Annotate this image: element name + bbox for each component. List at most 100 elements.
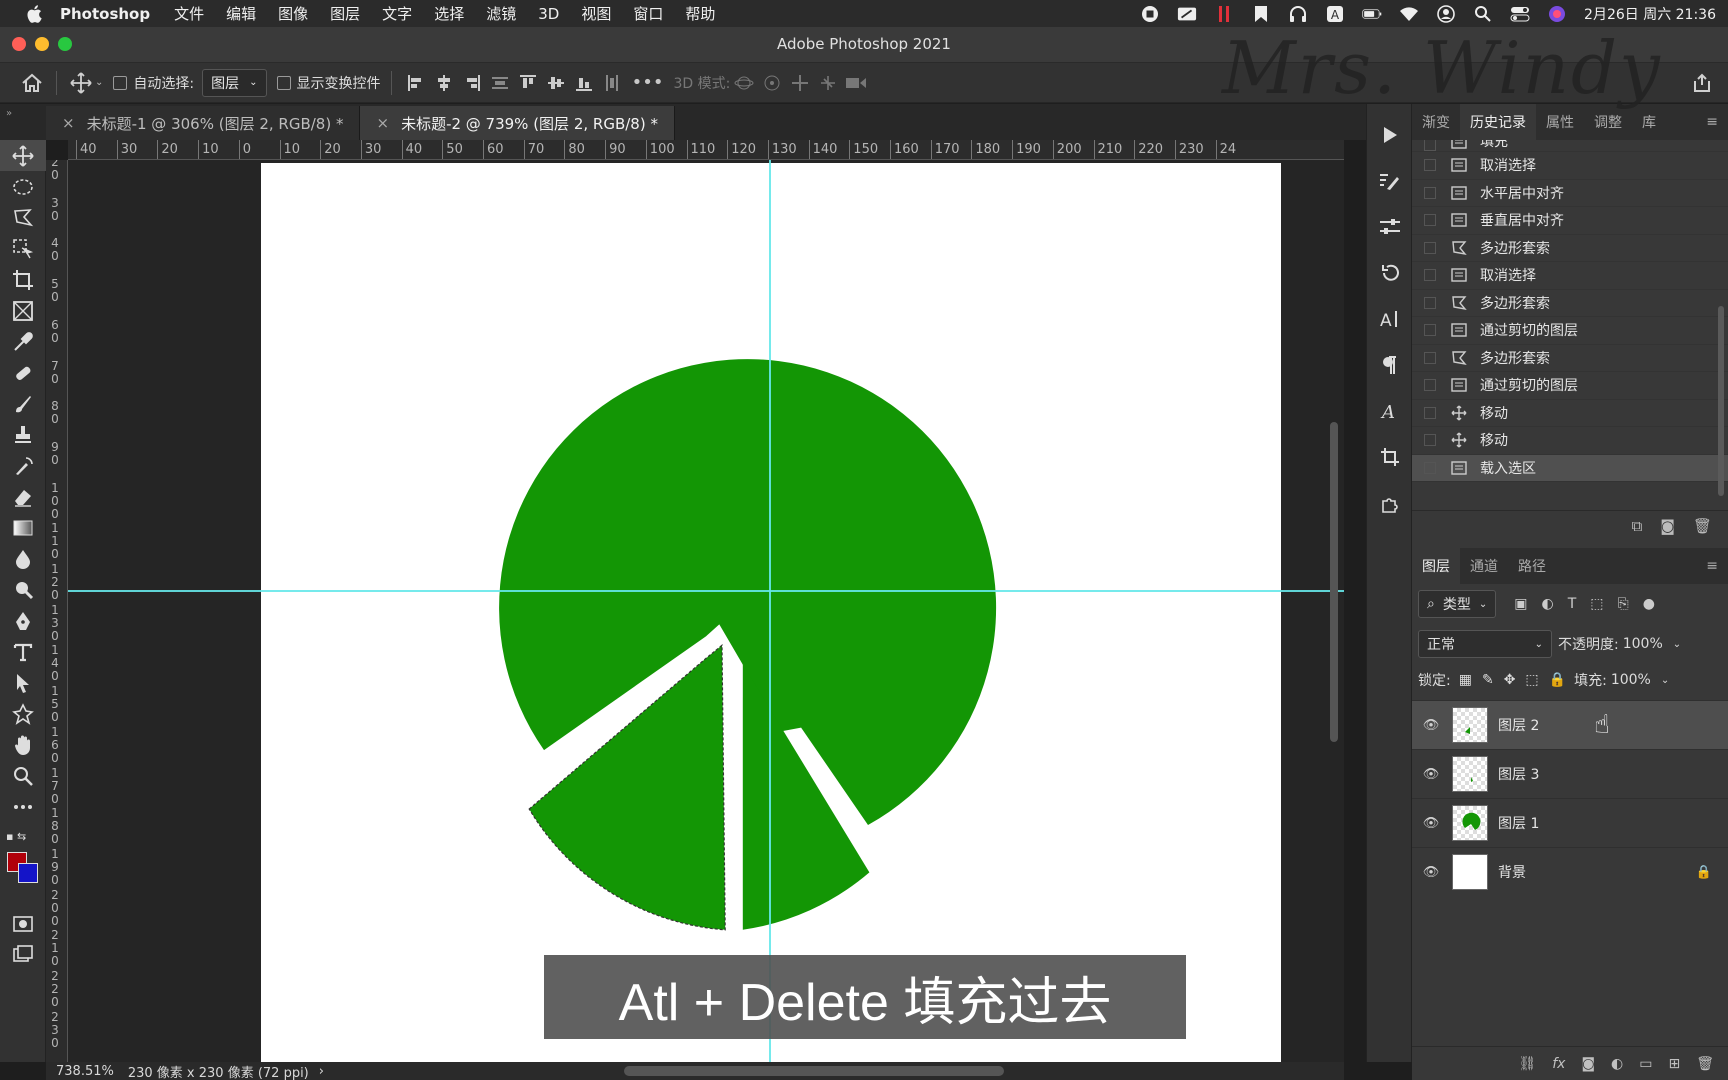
history-item[interactable]: 垂直居中对齐 [1412,207,1728,235]
auto-select-checkbox[interactable] [113,75,128,90]
close-tab-icon[interactable]: × [376,114,389,132]
align-left-icon[interactable] [402,69,430,97]
menu-window[interactable]: 窗口 [633,3,663,24]
menu-help[interactable]: 帮助 [685,3,715,24]
close-tab-icon[interactable]: × [62,114,75,132]
layer-row[interactable]: 👁 图层 3 [1412,749,1728,798]
glyphs-panel-button[interactable]: A [1367,388,1413,434]
chevron-down-icon[interactable]: ⌄ [1673,639,1681,650]
tab-document-2[interactable]: × 未标题-2 @ 739% (图层 2, RGB/8) * [360,106,675,140]
auto-select-target-dropdown[interactable]: 图层 ⌄ [202,68,267,97]
document-canvas[interactable] [261,163,1281,1062]
paragraph-panel-button[interactable] [1367,342,1413,388]
tab-gradients[interactable]: 渐变 [1412,104,1460,140]
layer-style-icon[interactable]: fx [1552,1056,1565,1072]
eraser-tool[interactable] [0,481,46,512]
history-snapshot-checkbox[interactable] [1424,214,1436,227]
clock[interactable]: 2月26日 周六 21:36 [1584,4,1716,24]
history-item[interactable]: 通过剪切的图层 [1412,372,1728,400]
add-mask-icon[interactable]: ◙ [1581,1056,1595,1072]
history-item[interactable]: 移动 [1412,427,1728,455]
new-adjustment-layer-icon[interactable]: ◐ [1611,1056,1623,1072]
panel-menu-icon[interactable]: ≡ [1706,114,1718,130]
layer-row[interactable]: 👁 图层 1 [1412,798,1728,847]
hand-tool[interactable] [0,729,46,760]
tab-paths[interactable]: 路径 [1508,548,1556,584]
align-right-icon[interactable] [458,69,486,97]
align-vertical-center-icon[interactable] [542,69,570,97]
tab-adjustments[interactable]: 调整 [1584,104,1632,140]
history-item[interactable]: 通过剪切的图层 [1412,317,1728,345]
adjustments-panel-button[interactable] [1367,204,1413,250]
history-snapshot-checkbox[interactable] [1424,324,1436,337]
zoom-tool[interactable] [0,760,46,791]
filter-type-icon[interactable]: T [1568,596,1577,612]
record-icon[interactable] [1140,5,1160,22]
align-top-icon[interactable] [514,69,542,97]
type-tool[interactable] [0,636,46,667]
layer-name[interactable]: 图层 1 [1498,813,1539,833]
history-item[interactable]: 取消选择 [1412,262,1728,290]
new-layer-icon[interactable]: ⊞ [1668,1056,1680,1072]
path-selection-tool[interactable] [0,667,46,698]
background-color-swatch[interactable] [18,863,38,883]
siri-icon[interactable] [1547,5,1567,22]
history-snapshot-checkbox[interactable] [1424,434,1436,447]
history-snapshot-checkbox[interactable] [1424,140,1436,151]
filter-pixel-icon[interactable]: ▣ [1514,596,1527,612]
menu-3d[interactable]: 3D [538,5,559,23]
trash-icon[interactable]: 🗑 [1693,517,1712,535]
tab-properties[interactable]: 属性 [1536,104,1584,140]
blur-tool[interactable] [0,543,46,574]
lasso-tool[interactable] [0,202,46,233]
history-item-selected[interactable]: 载入选区 [1412,454,1728,482]
bookmark-icon[interactable] [1251,5,1271,22]
history-scrollbar[interactable] [1718,306,1724,496]
horizontal-guide[interactable] [68,590,1344,592]
menu-filter[interactable]: 滤镜 [486,3,516,24]
panel-menu-icon[interactable]: ≡ [1706,558,1718,574]
canvas-horizontal-scrollbar[interactable] [624,1066,1004,1076]
more-options-icon[interactable]: ••• [632,69,664,97]
gradient-tool[interactable] [0,512,46,543]
eye-icon[interactable]: 👁 [1416,865,1446,880]
history-item[interactable]: 填充 [1412,140,1728,152]
delete-layer-icon[interactable]: 🗑 [1696,1056,1714,1072]
filter-shape-icon[interactable]: ⬚ [1590,596,1603,612]
layer-row[interactable]: 👁 背景 🔒 [1412,847,1728,896]
vertical-guide[interactable] [769,160,771,1062]
crop-panel-button[interactable] [1367,434,1413,480]
layer-filter-dropdown[interactable]: ⌕ 类型 ⌄ [1418,590,1497,618]
new-group-icon[interactable]: ▭ [1639,1056,1652,1072]
tab-channels[interactable]: 通道 [1460,548,1508,584]
history-item[interactable]: 移动 [1412,400,1728,427]
history-item[interactable]: 取消选择 [1412,152,1728,180]
menu-file[interactable]: 文件 [174,3,204,24]
menu-select[interactable]: 选择 [434,3,464,24]
history-snapshot-checkbox[interactable] [1424,159,1436,172]
history-snapshot-checkbox[interactable] [1424,461,1436,474]
dodge-tool[interactable] [0,574,46,605]
show-transform-checkbox[interactable] [276,75,291,90]
filter-smart-object-icon[interactable]: ⎘ [1617,596,1628,612]
actions-panel-button[interactable] [1367,112,1413,158]
chevron-down-icon[interactable]: ⌄ [1661,675,1669,686]
object-select-tool[interactable] [0,233,46,264]
eye-icon[interactable]: 👁 [1416,767,1446,782]
frame-tool[interactable] [0,295,46,326]
history-item[interactable]: 水平居中对齐 [1412,180,1728,207]
distribute-horizontal-icon[interactable] [598,69,626,97]
pen-app-icon[interactable] [1177,6,1197,22]
lock-all-icon[interactable]: 🔒 [1549,672,1566,688]
chevron-down-icon[interactable]: ⌄ [95,77,103,88]
status-menu-arrow[interactable]: › [319,1064,324,1079]
tab-document-1[interactable]: × 未标题-1 @ 306% (图层 2, RGB/8) * [46,106,361,140]
move-tool[interactable] [0,140,46,171]
blend-mode-dropdown[interactable]: 正常 ⌄ [1418,630,1552,658]
history-snapshot-checkbox[interactable] [1424,406,1436,419]
canvas-area[interactable]: Atl + Delete 填充过去 [68,160,1344,1062]
link-layers-icon[interactable]: ⛓ [1518,1056,1536,1072]
history-brush-tool[interactable] [0,450,46,481]
layer-name[interactable]: 图层 3 [1498,764,1539,784]
history-snapshot-checkbox[interactable] [1424,296,1436,309]
